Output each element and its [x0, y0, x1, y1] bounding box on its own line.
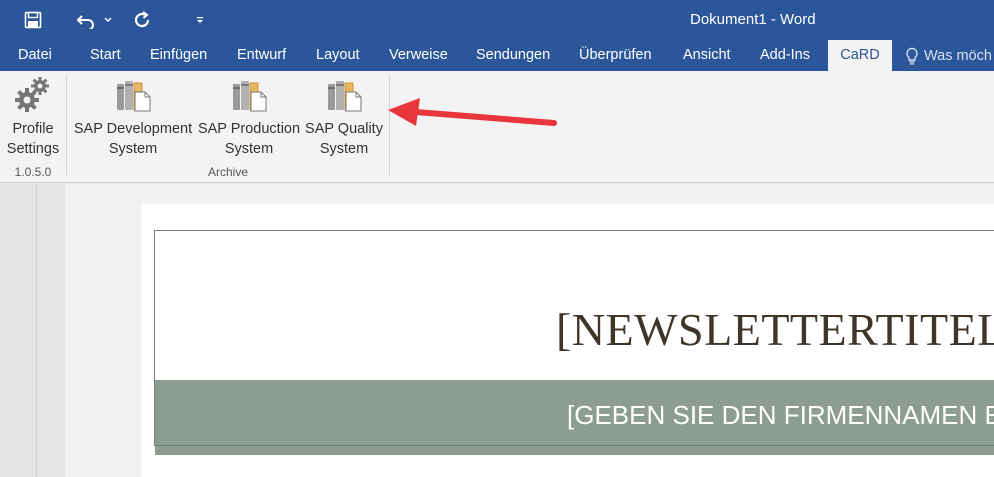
- profile-settings-button[interactable]: Profile Settings: [4, 71, 62, 159]
- profile-settings-label-1: Profile: [12, 121, 54, 137]
- customize-qat-icon[interactable]: [192, 0, 208, 40]
- sap-quality-system-button[interactable]: SAP Quality System: [302, 71, 386, 159]
- sap-quality-label-1: SAP Quality: [305, 121, 383, 137]
- archive-books-icon: [196, 71, 302, 119]
- sap-production-label-2: System: [224, 141, 274, 157]
- repeat-icon[interactable]: [128, 0, 158, 40]
- title-bar: Dokument1 - Word: [0, 0, 994, 40]
- sap-production-label-1: SAP Production: [197, 121, 301, 137]
- tab-layout[interactable]: Layout: [316, 40, 360, 71]
- window-title: Dokument1 - Word: [690, 11, 816, 28]
- company-name-band-lower: [155, 446, 994, 455]
- tab-add-ins[interactable]: Add-Ins: [760, 40, 810, 71]
- archive-books-icon: [302, 71, 386, 119]
- save-icon[interactable]: [18, 0, 48, 40]
- sap-production-system-button[interactable]: SAP Production System: [196, 71, 302, 159]
- gears-icon: [4, 71, 62, 119]
- tab-start[interactable]: Start: [90, 40, 121, 71]
- undo-dropdown-icon[interactable]: [102, 0, 114, 40]
- company-name-placeholder[interactable]: [GEBEN SIE DEN FIRMENNAMEN E: [567, 400, 994, 431]
- tell-me-search[interactable]: Was möch: [905, 40, 992, 71]
- group-divider: [66, 75, 67, 175]
- archive-books-icon: [70, 71, 196, 119]
- red-arrow-annotation: [388, 98, 557, 126]
- ribbon-tabs: Datei Start Einfügen Entwurf Layout Verw…: [0, 40, 994, 71]
- version-label: 1.0.5.0: [14, 165, 52, 179]
- sap-quality-label-2: System: [319, 141, 369, 157]
- tab-sendungen[interactable]: Sendungen: [476, 40, 550, 71]
- newsletter-title[interactable]: [NEWSLETTERTITEL: [556, 303, 994, 356]
- tab-einfuegen[interactable]: Einfügen: [150, 40, 207, 71]
- tab-verweise[interactable]: Verweise: [389, 40, 448, 71]
- archive-group-label: Archive: [207, 165, 248, 179]
- sap-development-label-2: System: [108, 141, 158, 157]
- lightbulb-icon: [906, 47, 918, 64]
- profile-settings-label-2: Settings: [6, 141, 60, 157]
- navigation-pane: [0, 184, 37, 477]
- undo-icon[interactable]: [72, 0, 102, 40]
- tab-ueberpruefen[interactable]: Überprüfen: [579, 40, 652, 71]
- tab-entwurf[interactable]: Entwurf: [237, 40, 286, 71]
- tell-me-text: Was möch: [924, 47, 992, 64]
- tab-ansicht[interactable]: Ansicht: [683, 40, 731, 71]
- sap-development-label-1: SAP Development: [73, 121, 193, 137]
- tab-datei[interactable]: Datei: [18, 40, 52, 71]
- tab-card[interactable]: CaRD: [828, 40, 892, 71]
- sap-development-system-button[interactable]: SAP Development System: [70, 71, 196, 159]
